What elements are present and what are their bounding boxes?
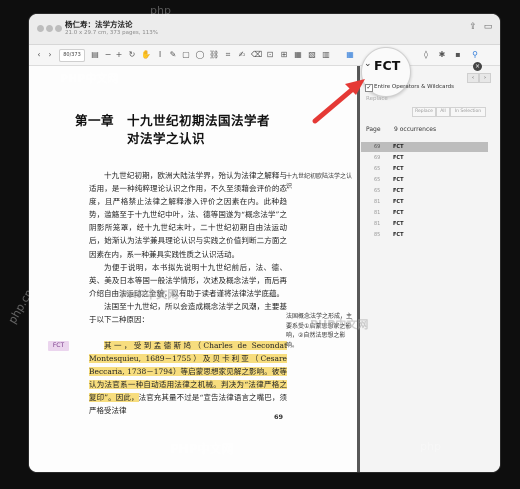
watermark: php: [420, 440, 441, 453]
watermark: PHP中文网: [60, 72, 119, 85]
watermark: php: [150, 4, 171, 17]
watermark: PHP中文网: [120, 288, 179, 301]
watermark: PHP中文网: [170, 442, 234, 456]
watermark: PHP中文网: [310, 318, 369, 331]
